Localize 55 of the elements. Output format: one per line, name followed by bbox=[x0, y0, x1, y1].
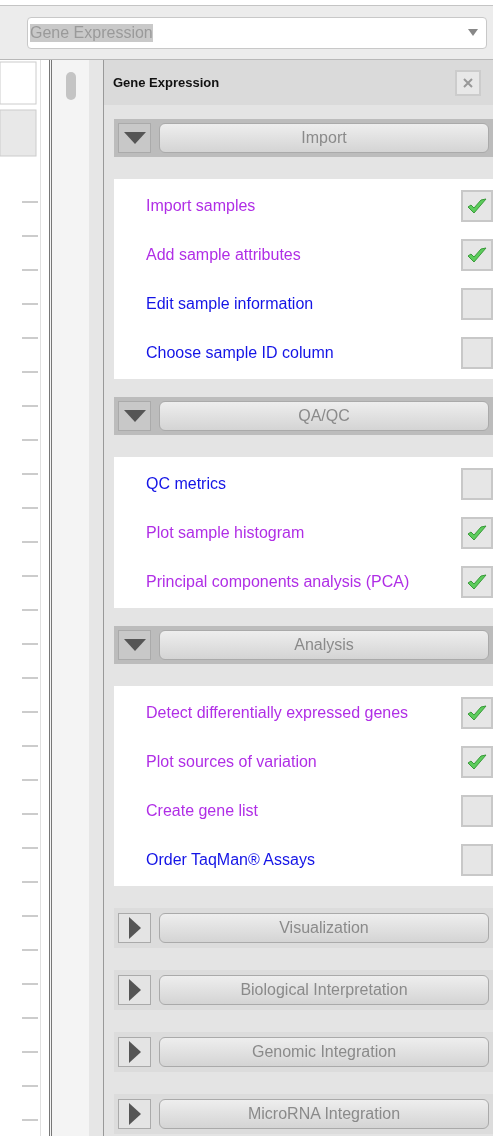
triangle-right-icon bbox=[128, 1103, 141, 1125]
section-button[interactable]: Visualization bbox=[159, 913, 489, 943]
scroll-thumb[interactable] bbox=[65, 72, 76, 100]
task-link[interactable]: Detect differentially expressed genes bbox=[146, 703, 409, 722]
triangle-down-icon bbox=[123, 132, 146, 144]
check-icon bbox=[466, 751, 488, 772]
check-icon bbox=[466, 571, 488, 592]
triangle-down-icon bbox=[123, 639, 146, 651]
section-button[interactable]: Biological Interpretation bbox=[159, 975, 489, 1005]
expand-toggle[interactable] bbox=[118, 401, 151, 431]
check-icon bbox=[466, 195, 488, 216]
status-checkbox[interactable] bbox=[461, 794, 493, 827]
status-checkbox[interactable] bbox=[461, 565, 493, 598]
triangle-right-icon bbox=[128, 979, 141, 1001]
check-icon bbox=[466, 702, 488, 723]
expand-toggle[interactable] bbox=[118, 1037, 151, 1067]
status-checkbox[interactable] bbox=[461, 336, 493, 369]
close-icon bbox=[463, 77, 473, 88]
status-checkbox[interactable] bbox=[461, 287, 493, 320]
panel-title: Gene Expression bbox=[113, 75, 220, 90]
task-link[interactable]: Principal components analysis (PCA) bbox=[146, 572, 410, 591]
task-link[interactable]: Add sample attributes bbox=[146, 245, 301, 264]
expand-toggle[interactable] bbox=[118, 1099, 151, 1129]
status-checkbox[interactable] bbox=[461, 843, 493, 876]
triangle-right-icon bbox=[128, 1041, 141, 1063]
section-button[interactable]: QA/QC bbox=[159, 401, 489, 431]
section-button[interactable]: MicroRNA Integration bbox=[159, 1099, 489, 1129]
status-checkbox[interactable] bbox=[461, 696, 493, 729]
check-icon bbox=[466, 522, 488, 543]
status-checkbox[interactable] bbox=[461, 516, 493, 549]
close-button[interactable] bbox=[455, 69, 481, 96]
expand-toggle[interactable] bbox=[118, 630, 151, 660]
task-link[interactable]: Import samples bbox=[146, 196, 256, 215]
task-link[interactable]: QC metrics bbox=[146, 474, 226, 493]
check-icon bbox=[466, 244, 488, 265]
section-button[interactable]: Import bbox=[159, 123, 489, 153]
expand-toggle[interactable] bbox=[118, 913, 151, 943]
task-link[interactable]: Edit sample information bbox=[146, 294, 314, 313]
task-link[interactable]: Order TaqMan® Assays bbox=[146, 850, 315, 869]
status-checkbox[interactable] bbox=[461, 189, 493, 222]
task-link[interactable]: Create gene list bbox=[146, 801, 259, 820]
task-link[interactable]: Choose sample ID column bbox=[146, 343, 334, 362]
status-checkbox[interactable] bbox=[461, 467, 493, 500]
caret-icon bbox=[468, 29, 478, 36]
task-link[interactable]: Plot sample histogram bbox=[146, 523, 305, 542]
splitter-bar[interactable] bbox=[89, 60, 104, 1136]
section-button[interactable]: Genomic Integration bbox=[159, 1037, 489, 1067]
expand-toggle[interactable] bbox=[118, 123, 151, 153]
status-checkbox[interactable] bbox=[461, 745, 493, 778]
task-link[interactable]: Plot sources of variation bbox=[146, 752, 317, 771]
section-button[interactable]: Analysis bbox=[159, 630, 489, 660]
triangle-right-icon bbox=[128, 917, 141, 939]
expand-toggle[interactable] bbox=[118, 975, 151, 1005]
status-checkbox[interactable] bbox=[461, 238, 493, 271]
triangle-down-icon bbox=[123, 410, 146, 422]
